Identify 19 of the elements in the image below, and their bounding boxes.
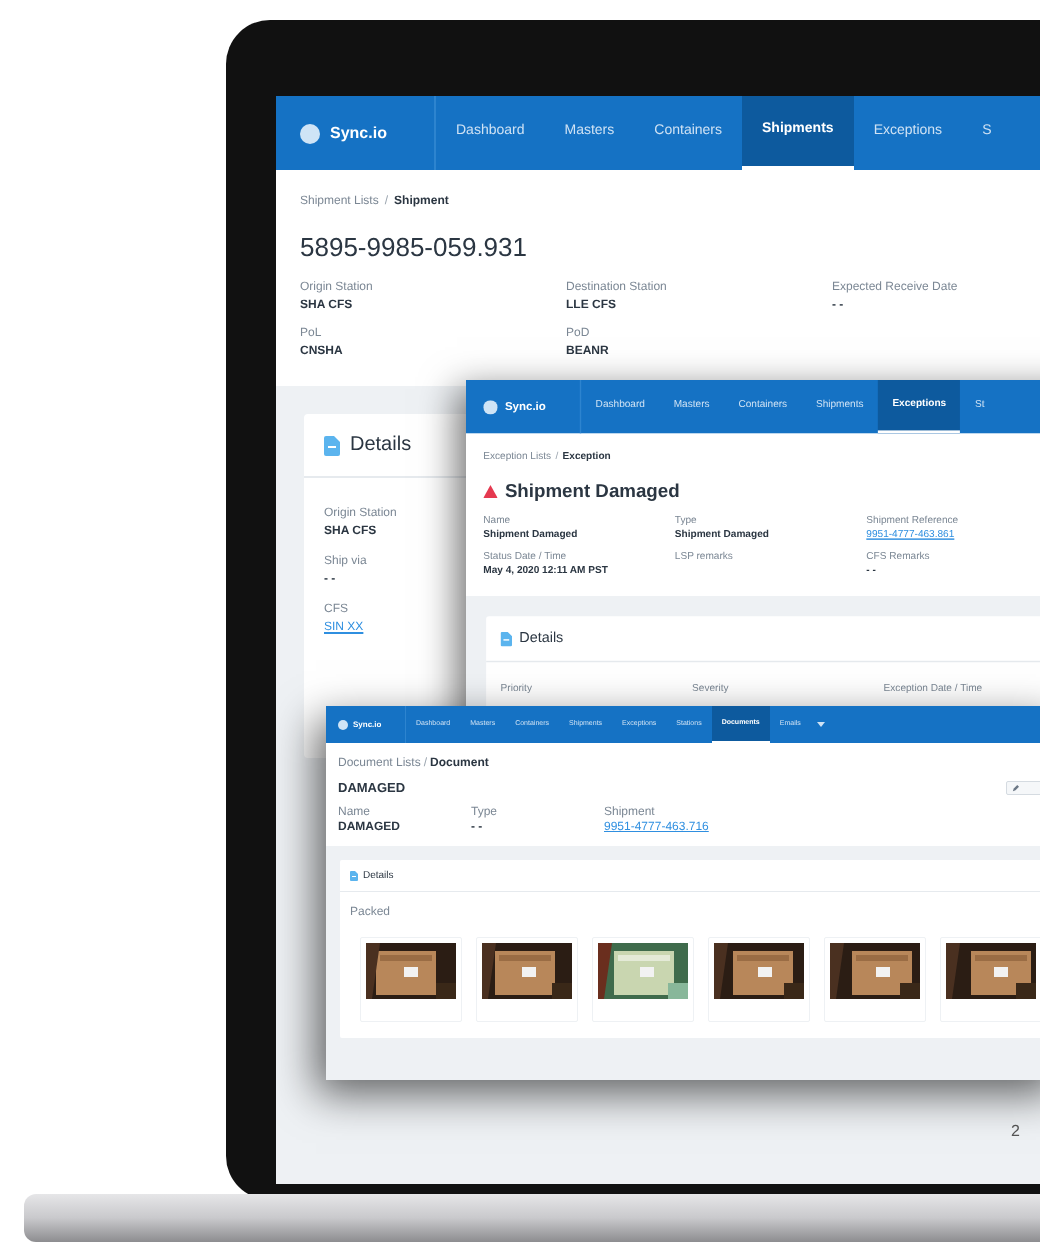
- logo-icon: [483, 399, 498, 414]
- edit-button[interactable]: [1006, 781, 1040, 795]
- image-thumbnail[interactable]: [824, 937, 926, 1022]
- document-icon: [324, 435, 340, 455]
- document-icon: [350, 870, 358, 881]
- pencil-icon: [1012, 784, 1019, 792]
- image-thumbnail[interactable]: [708, 937, 810, 1022]
- logo-icon: [300, 123, 320, 143]
- page-title: Shipment Damaged: [504, 479, 680, 503]
- image-thumbnail[interactable]: [940, 937, 1040, 1022]
- image-thumbnail[interactable]: [360, 937, 462, 1022]
- image-thumbnail[interactable]: [476, 937, 578, 1022]
- brand-name: Sync.io: [330, 121, 387, 145]
- logo-icon: [338, 719, 348, 730]
- image-thumbnail[interactable]: [592, 937, 694, 1022]
- page-number: 2: [1011, 1120, 1020, 1144]
- page-title: 5895-9985-059.931: [300, 232, 527, 264]
- card-title: Details: [350, 432, 412, 460]
- document-icon: [500, 631, 513, 646]
